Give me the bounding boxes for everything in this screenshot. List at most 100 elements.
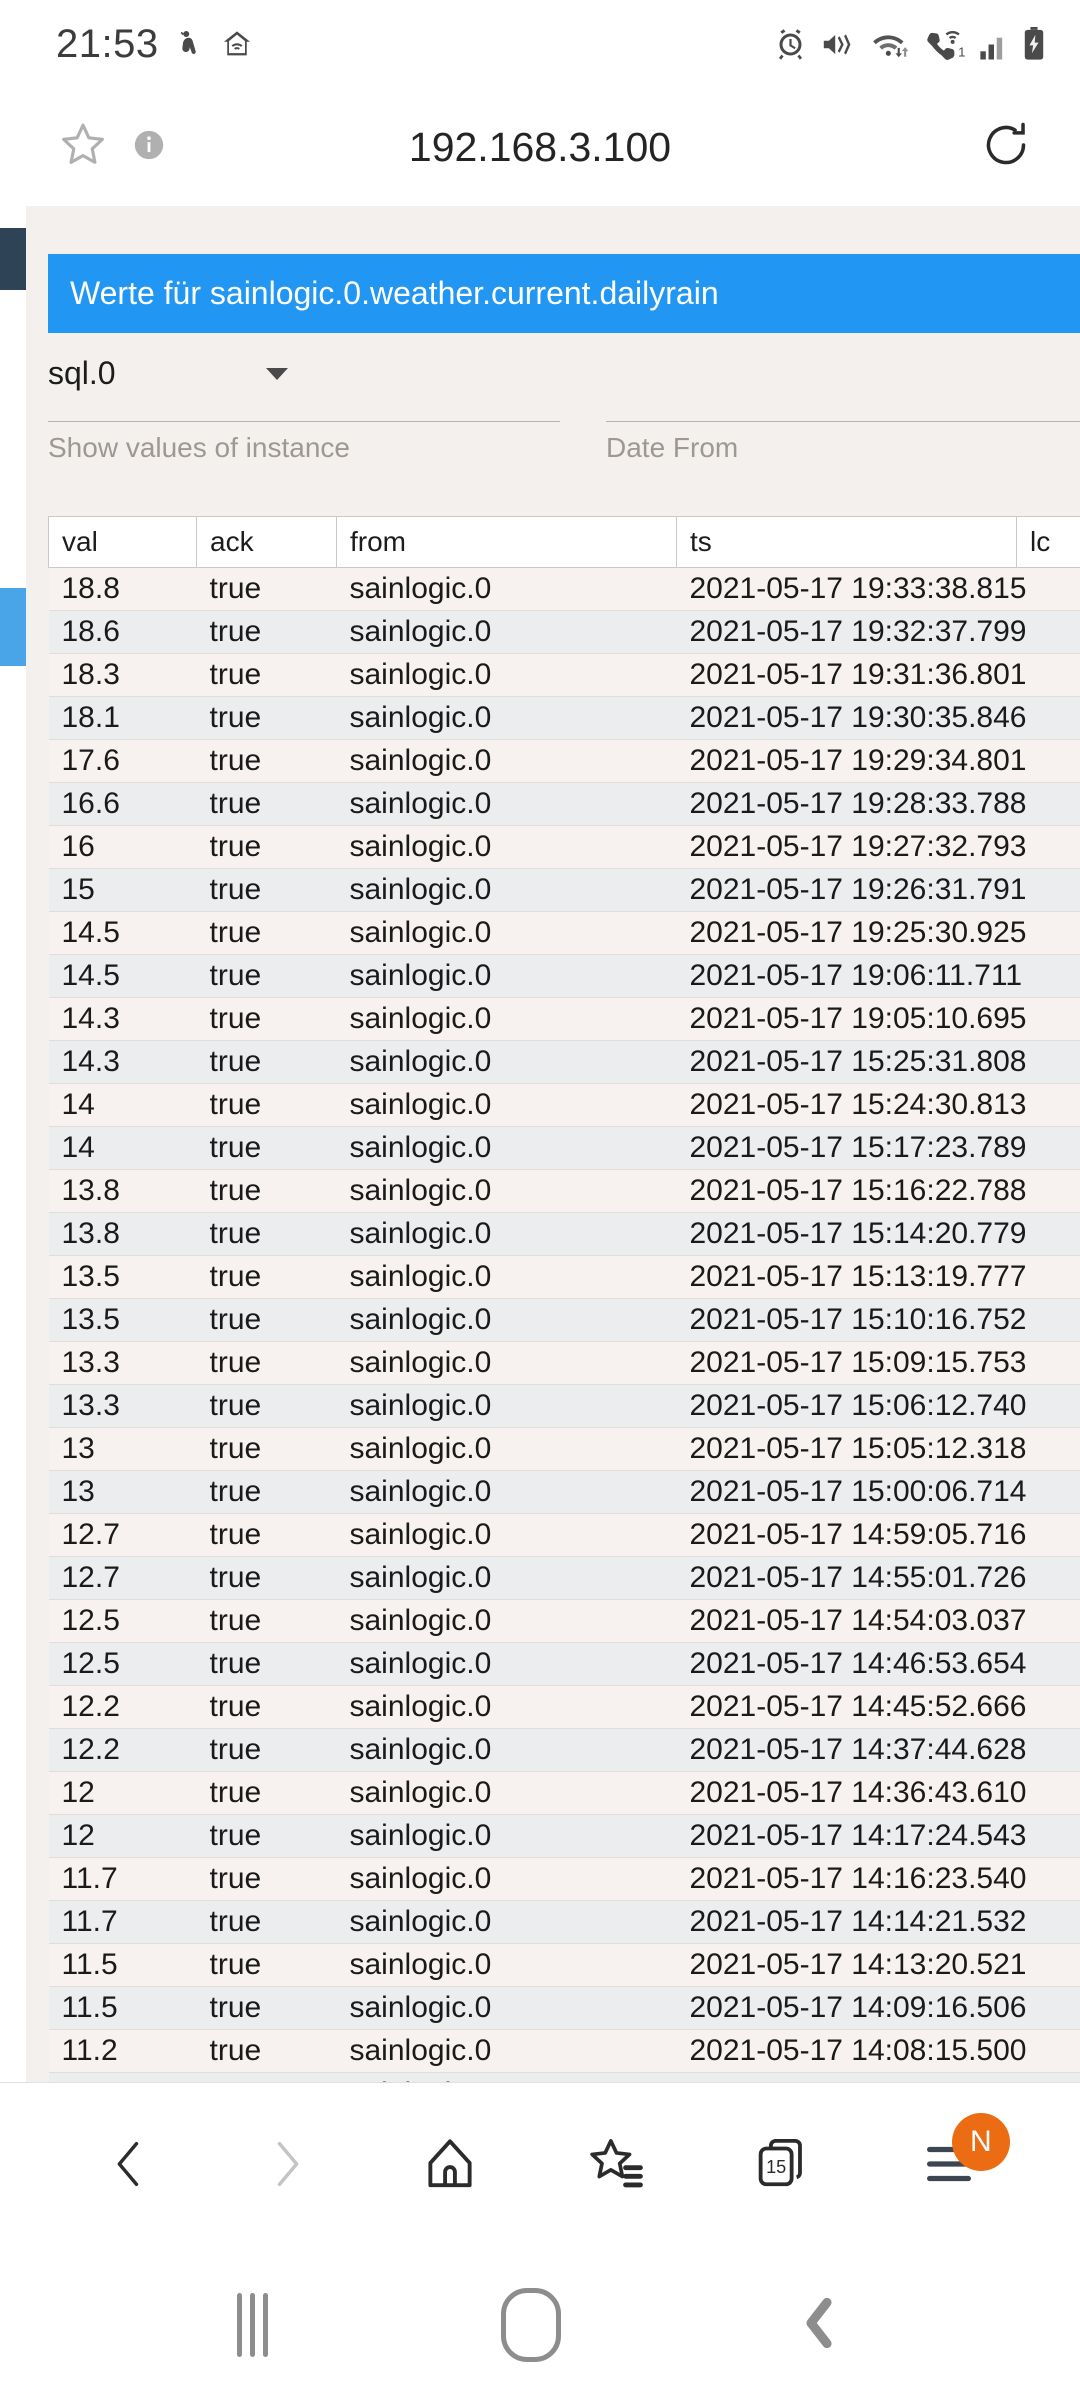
cell-val: 14.5 <box>48 954 197 998</box>
table-row[interactable]: 12.5 true sainlogic.0 2021-05-17 14:54:03.0… <box>48 1599 1080 1643</box>
cell-val: 18.6 <box>48 610 197 654</box>
alarm-icon <box>774 28 807 61</box>
cell-ts: 2021-05-17 14:08:15.500 <box>676 2029 1026 2073</box>
cell-val: 13.5 <box>48 1298 197 1342</box>
column-header-val[interactable]: val <box>48 516 197 568</box>
cell-from: sainlogic.0 <box>336 1943 677 1987</box>
instance-select[interactable]: sql.0 <box>48 355 288 392</box>
browser-toolbar: 15 N <box>0 2082 1080 2250</box>
cell-from: sainlogic.0 <box>336 2072 677 2082</box>
back-chevron-icon[interactable] <box>795 2291 843 2360</box>
page-body: Werte für sainlogic.0.weather.current.da… <box>26 206 1080 2082</box>
android-nav-bar <box>0 2250 1080 2400</box>
reload-button[interactable] <box>978 117 1034 178</box>
table-row[interactable]: 12.2 true sainlogic.0 2021-05-17 14:45:52.6… <box>48 1685 1080 1729</box>
instance-select-value: sql.0 <box>48 355 116 391</box>
toolbar-back-button[interactable] <box>102 2134 156 2199</box>
table-row[interactable]: 14.3 true sainlogic.0 2021-05-17 19:05:10.6… <box>48 997 1080 1041</box>
toolbar-home-button[interactable] <box>419 2133 481 2200</box>
table-row[interactable]: 14.5 true sainlogic.0 2021-05-17 19:06:11.7… <box>48 954 1080 998</box>
cell-from: sainlogic.0 <box>336 2029 677 2073</box>
cell-ack: true <box>196 1083 337 1127</box>
table-row[interactable]: 15 true sainlogic.0 2021-05-17 19:26:31.791 <box>48 868 1080 912</box>
cell-from: sainlogic.0 <box>336 653 677 697</box>
table-row[interactable]: 13.3 true sainlogic.0 2021-05-17 15:06:12.7… <box>48 1384 1080 1428</box>
table-row[interactable]: 17.6 true sainlogic.0 2021-05-17 19:29:34.8… <box>48 739 1080 783</box>
cell-ack: true <box>196 1857 337 1901</box>
cell-ack: true <box>196 1126 337 1170</box>
cell-ts: 2021-05-17 15:14:20.779 <box>676 1212 1026 1256</box>
toolbar-tabs-button[interactable]: 15 <box>753 2133 815 2200</box>
cell-from: sainlogic.0 <box>336 1040 677 1084</box>
cell-ack: true <box>196 610 337 654</box>
cell-ts: 2021-05-17 14:17:24.543 <box>676 1814 1026 1858</box>
table-row[interactable]: 18.3 true sainlogic.0 2021-05-17 19:31:36.8… <box>48 653 1080 697</box>
cell-from: sainlogic.0 <box>336 1341 677 1385</box>
table-row[interactable]: 12.2 true sainlogic.0 2021-05-17 14:37:44.6… <box>48 1728 1080 1772</box>
table-row[interactable]: 18.8 true sainlogic.0 2021-05-17 19:33:38.8… <box>48 567 1080 611</box>
table-row[interactable]: 16 true sainlogic.0 2021-05-17 19:27:32.793 <box>48 825 1080 869</box>
table-row[interactable]: 14.3 true sainlogic.0 2021-05-17 15:25:31.8… <box>48 1040 1080 1084</box>
field-date-from[interactable]: Date From <box>606 421 1080 464</box>
table-row[interactable]: 13 true sainlogic.0 2021-05-17 15:00:06.714 <box>48 1470 1080 1514</box>
table-row[interactable]: 12.5 true sainlogic.0 2021-05-17 14:46:53.6… <box>48 1642 1080 1686</box>
table-row[interactable]: 13.5 true sainlogic.0 2021-05-17 15:10:16.7… <box>48 1298 1080 1342</box>
column-header-ack[interactable]: ack <box>196 516 337 568</box>
cell-ts: 2021-05-17 19:27:32.793 <box>676 825 1026 869</box>
cell-ack: true <box>196 825 337 869</box>
table-row[interactable]: 13.8 true sainlogic.0 2021-05-17 15:16:22.7… <box>48 1169 1080 1213</box>
table-row[interactable]: 11.5 true sainlogic.0 2021-05-17 14:09:16.5… <box>48 1986 1080 2030</box>
cell-ts: 2021-05-17 14:45:52.666 <box>676 1685 1026 1729</box>
table-row[interactable]: 12 true sainlogic.0 2021-05-17 14:17:24.543 <box>48 1814 1080 1858</box>
battery-charging-icon <box>1022 27 1046 61</box>
cell-ack: true <box>196 1341 337 1385</box>
toolbar-bookmarks-button[interactable] <box>585 2133 649 2200</box>
table-row[interactable]: 11.2truesainlogic.02021-05-17 13:53:00.4… <box>48 2072 1080 2082</box>
column-header-from[interactable]: from <box>336 516 677 568</box>
table-row[interactable]: 12.7 true sainlogic.0 2021-05-17 14:55:01.7… <box>48 1556 1080 1600</box>
table-row[interactable]: 18.6 true sainlogic.0 2021-05-17 19:32:37.7… <box>48 610 1080 654</box>
table-row[interactable]: 12.7 true sainlogic.0 2021-05-17 14:59:05.7… <box>48 1513 1080 1557</box>
table-row[interactable]: 18.1 true sainlogic.0 2021-05-17 19:30:35.8… <box>48 696 1080 740</box>
page-left-gutter <box>0 206 26 2082</box>
sidebar-blue-block[interactable] <box>0 588 26 666</box>
status-bar-right: 1 <box>774 27 1046 61</box>
browser-url-bar[interactable]: 192.168.3.100 <box>0 88 1080 206</box>
cell-val: 11.2 <box>48 2072 197 2082</box>
table-row[interactable]: 11.7 true sainlogic.0 2021-05-17 14:14:21.5… <box>48 1900 1080 1944</box>
cell-val: 12.7 <box>48 1513 197 1557</box>
table-row[interactable]: 11.2 true sainlogic.0 2021-05-17 14:08:15.5… <box>48 2029 1080 2073</box>
cell-ts: 2021-05-17 19:26:31.791 <box>676 868 1026 912</box>
table-row[interactable]: 14.5 true sainlogic.0 2021-05-17 19:25:30.9… <box>48 911 1080 955</box>
table-row[interactable]: 13 true sainlogic.0 2021-05-17 15:05:12.318 <box>48 1427 1080 1471</box>
table-row[interactable]: 13.3 true sainlogic.0 2021-05-17 15:09:15.7… <box>48 1341 1080 1385</box>
info-icon[interactable] <box>132 128 166 167</box>
toolbar-menu-button[interactable]: N <box>920 2113 1010 2194</box>
cell-from: sainlogic.0 <box>336 1642 677 1686</box>
column-header-ts[interactable]: ts <box>676 516 1017 568</box>
cell-ts: 2021-05-17 19:32:37.799 <box>676 610 1026 654</box>
field-instance[interactable]: Show values of instance <box>48 421 560 464</box>
table-row[interactable]: 13.8 true sainlogic.0 2021-05-17 15:14:20.7… <box>48 1212 1080 1256</box>
chevron-right-icon <box>260 2134 314 2199</box>
table-row[interactable]: 14 true sainlogic.0 2021-05-17 15:17:23.789 <box>48 1126 1080 1170</box>
table-row[interactable]: 13.5 true sainlogic.0 2021-05-17 15:13:19.7… <box>48 1255 1080 1299</box>
table-row[interactable]: 12 true sainlogic.0 2021-05-17 14:36:43.610 <box>48 1771 1080 1815</box>
cell-ack: true <box>196 1900 337 1944</box>
cell-from: sainlogic.0 <box>336 1470 677 1514</box>
table-row[interactable]: 16.6 true sainlogic.0 2021-05-17 19:28:33.7… <box>48 782 1080 826</box>
sidebar-navy-block[interactable] <box>0 228 26 290</box>
recents-icon[interactable] <box>236 2293 268 2357</box>
column-header-lc[interactable]: lc <box>1016 516 1080 568</box>
wifi-transfer-icon <box>871 28 911 61</box>
home-pill-icon[interactable] <box>501 2288 562 2362</box>
values-table: val ack from ts lc 18.8 true sainlogic.0 20… <box>48 516 1080 2082</box>
star-outline-icon[interactable] <box>56 118 110 177</box>
table-row[interactable]: 11.7 true sainlogic.0 2021-05-17 14:16:23.5… <box>48 1857 1080 1901</box>
values-table-container[interactable]: val ack from ts lc 18.8 true sainlogic.0 20… <box>48 516 1080 2082</box>
table-row[interactable]: 14 true sainlogic.0 2021-05-17 15:24:30.813 <box>48 1083 1080 1127</box>
table-row[interactable]: 11.5 true sainlogic.0 2021-05-17 14:13:20.5… <box>48 1943 1080 1987</box>
tabs-icon: 15 <box>753 2133 815 2200</box>
cell-ts: 2021-05-17 14:09:16.506 <box>676 1986 1026 2030</box>
cell-from: sainlogic.0 <box>336 1255 677 1299</box>
